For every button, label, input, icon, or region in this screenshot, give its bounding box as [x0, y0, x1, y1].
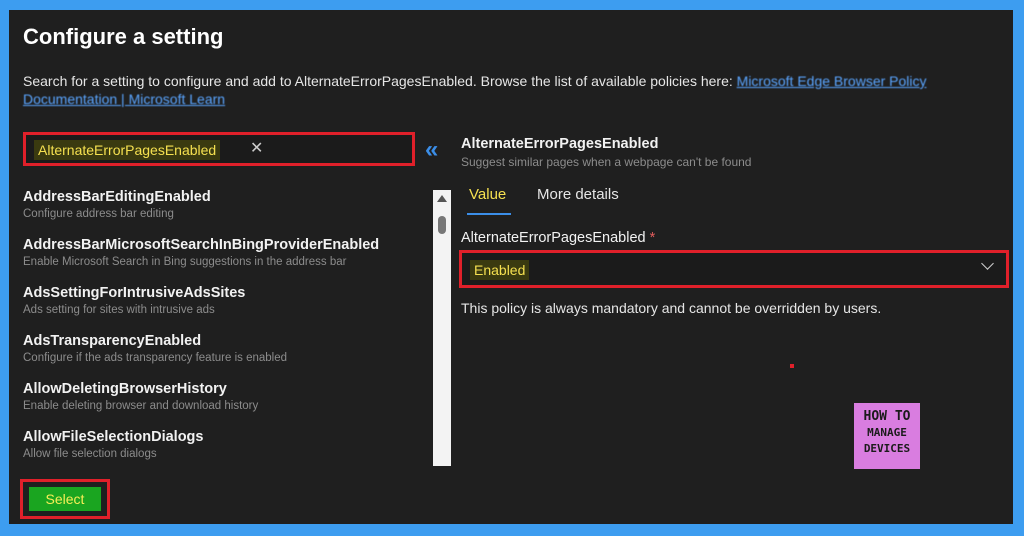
setting-description: Enable Microsoft Search in Bing suggesti…	[23, 256, 347, 268]
dialog-description: Search for a setting to configure and ad…	[23, 72, 998, 108]
clear-icon[interactable]: ✕	[250, 139, 263, 159]
field-label-text: AlternateErrorPagesEnabled	[461, 230, 646, 246]
scrollbar-thumb[interactable]	[438, 216, 446, 234]
setting-name: AddressBarMicrosoftSearchInBingProviderE…	[23, 237, 380, 253]
list-item[interactable]: AllowDeletingBrowserHistory Enable delet…	[23, 380, 423, 428]
scroll-up-icon[interactable]	[437, 195, 447, 202]
policy-note: This policy is always mandatory and cann…	[461, 300, 882, 316]
tab-value[interactable]: Value	[469, 186, 506, 203]
list-item[interactable]: AddressBarMicrosoftSearchInBingProviderE…	[23, 236, 423, 284]
select-button-highlight: Select	[20, 479, 110, 519]
description-text: Search for a setting to configure and ad…	[23, 73, 733, 89]
logo-line-2: MANAGE	[867, 426, 907, 439]
setting-name: AllowDeletingBrowserHistory	[23, 381, 227, 397]
chevron-down-icon	[981, 257, 994, 270]
setting-name: AdsTransparencyEnabled	[23, 333, 202, 349]
search-input[interactable]: AlternateErrorPagesEnabled ✕	[23, 132, 415, 166]
value-dropdown[interactable]: Enabled	[459, 250, 1009, 288]
detail-subtitle: Suggest similar pages when a webpage can…	[461, 155, 752, 169]
list-item[interactable]: AddressBarEditingEnabled Configure addre…	[23, 188, 423, 236]
setting-description: Configure address bar editing	[23, 208, 174, 220]
setting-name: AddressBarEditingEnabled	[23, 189, 211, 205]
detail-title: AlternateErrorPagesEnabled	[461, 136, 659, 152]
setting-description: Ads setting for sites with intrusive ads	[23, 304, 215, 316]
list-item[interactable]: AdsSettingForIntrusiveAdsSites Ads setti…	[23, 284, 423, 332]
how-to-manage-devices-logo: HOW TO MANAGE DEVICES	[854, 403, 920, 469]
tab-more-details[interactable]: More details	[537, 186, 619, 203]
search-value: AlternateErrorPagesEnabled	[34, 140, 221, 160]
list-item[interactable]: AdsTransparencyEnabled Configure if the …	[23, 332, 423, 380]
settings-list: AddressBarEditingEnabled Configure addre…	[23, 188, 423, 468]
collapse-icon[interactable]: «	[425, 138, 439, 162]
setting-description: Configure if the ads transparency featur…	[23, 352, 288, 364]
annotation-dot	[790, 364, 794, 368]
dialog-title: Configure a setting	[23, 24, 224, 49]
dropdown-selected-value: Enabled	[470, 260, 530, 280]
logo-line-1: HOW TO	[863, 409, 911, 424]
configure-setting-dialog: Configure a setting Search for a setting…	[9, 10, 1013, 524]
list-scrollbar[interactable]	[433, 190, 451, 466]
select-button[interactable]: Select	[29, 487, 101, 511]
active-tab-indicator	[467, 213, 511, 215]
setting-description: Allow file selection dialogs	[23, 448, 157, 460]
setting-name: AdsSettingForIntrusiveAdsSites	[23, 285, 246, 301]
setting-name: AllowFileSelectionDialogs	[23, 429, 204, 445]
logo-line-3: DEVICES	[863, 442, 911, 455]
required-marker: *	[649, 230, 656, 246]
field-label: AlternateErrorPagesEnabled *	[461, 230, 655, 246]
list-item[interactable]: AllowFileSelectionDialogs Allow file sel…	[23, 428, 423, 468]
setting-description: Enable deleting browser and download his…	[23, 400, 259, 412]
